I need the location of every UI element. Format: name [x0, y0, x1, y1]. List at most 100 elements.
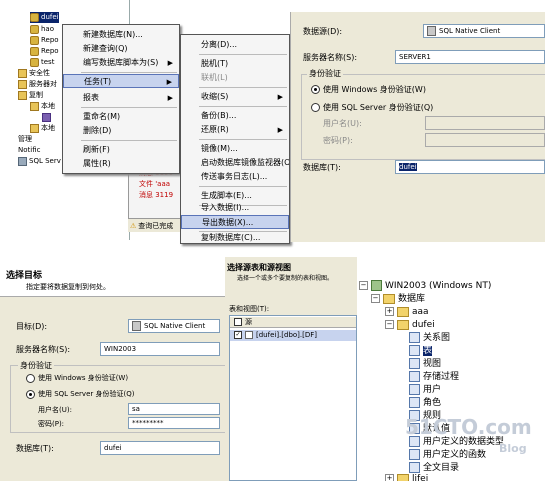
tree-node-procedures[interactable]: 存储过程 [409, 371, 459, 383]
collapse-icon[interactable]: − [371, 294, 380, 303]
tree-node[interactable]: 本地 [30, 101, 55, 112]
role-icon [409, 397, 420, 408]
agent-icon [18, 156, 27, 166]
datasource-select[interactable]: SQL Native Client [423, 24, 545, 38]
expand-icon[interactable]: + [385, 307, 394, 316]
tables-list-label: 表和视图(T): [229, 305, 270, 313]
tree-node-server[interactable]: − WIN2003 (Windows NT) [359, 280, 491, 292]
folder-icon [383, 293, 395, 304]
select-tables-dialog: 选择源表和源视图 选择一个或多个要复制的表和视图。 表和视图(T): 源 ✓ [d… [225, 257, 357, 481]
menu-item-bring-online[interactable]: 联机(L) [181, 71, 289, 85]
menu-item-script-database[interactable]: 编写数据库脚本为(S) ▶ [63, 56, 179, 70]
menu-item-tasks[interactable]: 任务(T) ▶ [63, 74, 179, 88]
tree-node-db-dufei[interactable]: − dufei [385, 319, 435, 331]
auth-sql-radio[interactable]: 使用 SQL Server 身份验证(Q) [311, 102, 433, 113]
menu-separator [199, 106, 287, 107]
auth-sql-radio[interactable]: 使用 SQL Server 身份验证(Q) [26, 389, 134, 399]
menu-item-backup[interactable]: 备份(B)... [181, 109, 289, 123]
menu-item-refresh[interactable]: 刷新(F) [63, 143, 179, 157]
database-icon [30, 35, 39, 45]
username-field[interactable] [425, 116, 545, 130]
tree-node-user-functions[interactable]: 用户定义的函数 [409, 449, 486, 461]
database-select[interactable]: dufei [100, 441, 220, 455]
tree-node-users[interactable]: 用户 [409, 384, 441, 396]
menu-item-new-database[interactable]: 新建数据库(N)... [63, 28, 179, 42]
server-icon [371, 280, 382, 291]
collapse-icon[interactable]: − [385, 320, 394, 329]
error-message: 文件 'aaa [139, 180, 171, 188]
tree-node[interactable]: test [30, 57, 54, 68]
menu-item-restore[interactable]: 还原(R) ▶ [181, 123, 289, 137]
diagram-icon [409, 332, 420, 343]
page-subtitle: 选择一个或多个要复制的表和视图。 [237, 275, 334, 282]
tree-node-diagrams[interactable]: 关系图 [409, 332, 450, 344]
tree-node-security[interactable]: 安全性 [18, 68, 50, 79]
error-message: 消息 3119 [139, 191, 174, 199]
password-field[interactable] [425, 133, 545, 147]
password-field[interactable]: ********* [128, 417, 220, 429]
tree-node[interactable]: Repo [30, 46, 59, 57]
expand-icon[interactable]: + [385, 474, 394, 481]
tree-node-db-lifei[interactable]: + lifei [385, 473, 428, 481]
function-icon [409, 449, 420, 460]
server-name-field[interactable]: WIN2003 [100, 342, 220, 356]
tasks-submenu[interactable]: 分离(D)... 脱机(T) 联机(L) 收缩(S) ▶ 备份(B)... 还原(… [180, 34, 290, 244]
procedure-icon [409, 371, 420, 382]
user-icon [409, 384, 420, 395]
menu-item-export-data[interactable]: 导出数据(X)... [181, 215, 289, 229]
menu-item-delete[interactable]: 删除(D) [63, 124, 179, 138]
menu-item-copy-database[interactable]: 复制数据库(C)... [181, 231, 289, 243]
tree-node[interactable] [42, 112, 53, 123]
menu-item-import-data[interactable]: 导入数据(I)... [181, 201, 289, 215]
destination-select[interactable]: SQL Native Client [128, 319, 220, 333]
submenu-arrow-icon: ▶ [277, 126, 283, 134]
auth-windows-radio[interactable]: 使用 Windows 身份验证(W) [26, 373, 128, 383]
server-name-field[interactable]: SERVER1 [395, 50, 545, 64]
checkbox-icon[interactable] [234, 318, 242, 326]
menu-item-rename[interactable]: 重命名(M) [63, 110, 179, 124]
tables-list[interactable]: 源 ✓ [dufei].[dbo].[DF] [229, 315, 357, 481]
menu-item-reports[interactable]: 报表 ▶ [63, 91, 179, 105]
tree-node-notification[interactable]: Notific [18, 145, 40, 156]
tree-node-db-aaa[interactable]: + aaa [385, 306, 429, 318]
auth-windows-radio[interactable]: 使用 Windows 身份验证(W) [311, 84, 426, 95]
menu-item-mirror-monitor[interactable]: 启动数据库镜像监视器(O) [181, 156, 289, 170]
collapse-icon[interactable]: − [359, 281, 368, 290]
menu-item-shrink[interactable]: 收缩(S) ▶ [181, 90, 289, 104]
wizard-header: 选择目标 指定要将数据复制到何处。 [0, 265, 228, 297]
warning-icon: ⚠ [130, 222, 137, 230]
tree-node[interactable]: Repo [30, 35, 59, 46]
tree-node-server-objects[interactable]: 服务器对 [18, 79, 57, 90]
watermark-blog: Blog [499, 442, 527, 455]
tree-node-roles[interactable]: 角色 [409, 397, 441, 409]
menu-item-take-offline[interactable]: 脱机(T) [181, 57, 289, 71]
menu-item-log-shipping[interactable]: 传送事务日志(L)... [181, 170, 289, 184]
tree-node-tables[interactable]: 表 [409, 345, 433, 357]
server-name-label: 服务器名称(S): [303, 53, 358, 62]
tree-node[interactable]: hao [30, 24, 54, 35]
menu-item-mirror[interactable]: 镜像(M)... [181, 142, 289, 156]
checkbox-checked-icon[interactable]: ✓ [234, 331, 242, 339]
table-row[interactable]: ✓ [dufei].[dbo].[DF] [230, 330, 356, 341]
tree-node-sql-server[interactable]: SQL Serv [18, 156, 61, 167]
choose-destination-dialog: 选择目标 指定要将数据复制到何处。 目标(D): SQL Native Clie… [0, 265, 228, 481]
tree-node-dufei[interactable]: dufei [30, 12, 59, 23]
list-header[interactable]: 源 [230, 317, 356, 328]
username-field[interactable]: sa [128, 403, 220, 415]
tree-node[interactable]: 本地 [30, 123, 55, 134]
menu-item-new-query[interactable]: 新建查询(Q) [63, 42, 179, 56]
tree-node-databases[interactable]: − 数据库 [371, 293, 425, 305]
tree-node-management[interactable]: 管理 [18, 134, 32, 145]
tree-node-views[interactable]: 视图 [409, 358, 441, 370]
menu-item-detach[interactable]: 分离(D)... [181, 38, 289, 52]
username-label: 用户名(U): [38, 406, 72, 414]
database-select[interactable]: dufei [395, 160, 545, 174]
page-subtitle: 指定要将数据复制到何处。 [26, 283, 110, 291]
database-context-menu[interactable]: 新建数据库(N)... 新建查询(Q) 编写数据库脚本为(S) ▶ 任务(T) ▶ … [62, 24, 180, 174]
database-icon [397, 306, 409, 317]
server-object-tree[interactable]: − WIN2003 (Windows NT) − 数据库 + aaa − dufei 关… [357, 272, 545, 481]
page-title: 选择源表和源视图 [227, 263, 291, 272]
menu-item-properties[interactable]: 属性(R) [63, 157, 179, 171]
tree-node-replication[interactable]: 复制 [18, 90, 43, 101]
radio-selected-icon [311, 85, 320, 94]
